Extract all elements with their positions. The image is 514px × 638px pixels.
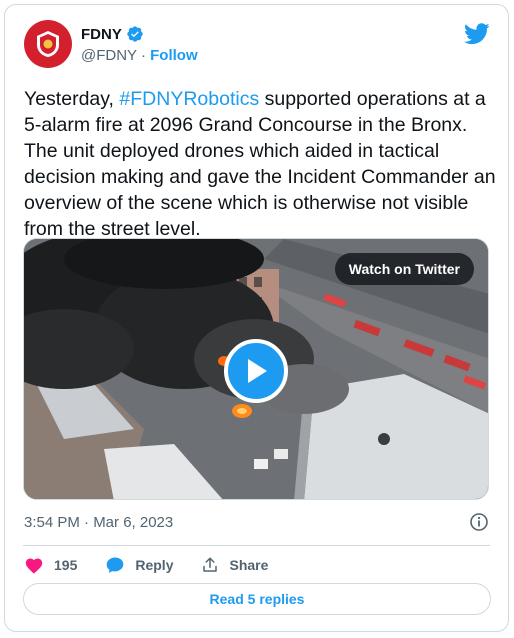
author-handle-row: @FDNY · Follow	[81, 47, 198, 64]
read-replies-button[interactable]: Read 5 replies	[23, 583, 491, 615]
like-count: 195	[54, 557, 78, 573]
reply-label: Reply	[135, 557, 174, 573]
divider	[23, 545, 490, 546]
reply-button[interactable]: Reply	[105, 555, 173, 575]
tweet-timestamp[interactable]: 3:54 PM · Mar 6, 2023	[24, 514, 173, 531]
action-bar: 195 Reply Share	[24, 553, 268, 577]
avatar[interactable]	[24, 20, 72, 68]
play-icon	[248, 359, 267, 383]
play-button[interactable]	[224, 339, 288, 403]
share-button[interactable]: Share	[201, 556, 268, 574]
twitter-bird-icon[interactable]	[464, 23, 490, 45]
share-label: Share	[229, 557, 269, 573]
author-name-row: FDNY	[81, 25, 144, 43]
watch-on-twitter-button[interactable]: Watch on Twitter	[334, 253, 474, 285]
fdny-badge-icon	[37, 31, 59, 57]
share-icon	[203, 557, 218, 572]
video-thumbnail[interactable]: Watch on Twitter	[23, 238, 489, 500]
handle-separator: ·	[136, 47, 151, 64]
author-handle[interactable]: @FDNY	[81, 47, 137, 64]
author-name[interactable]: FDNY	[81, 26, 122, 43]
tweet-text-intro: Yesterday,	[24, 88, 120, 110]
hashtag-link[interactable]: #FDNYRobotics	[119, 88, 259, 110]
tweet-text-body: supported operations at a 5-alarm fire a…	[24, 88, 496, 240]
heart-icon	[25, 558, 43, 574]
verified-badge-icon	[127, 26, 143, 42]
like-button[interactable]: 195	[24, 556, 77, 574]
reply-bubble-icon	[107, 557, 124, 573]
tweet-text: Yesterday, #FDNYRobotics supported opera…	[24, 86, 496, 242]
tweet-card: FDNY @FDNY · Follow Yesterday, #FDNYRobo…	[4, 4, 509, 632]
follow-button[interactable]: Follow	[150, 47, 198, 64]
info-icon[interactable]	[469, 512, 489, 532]
